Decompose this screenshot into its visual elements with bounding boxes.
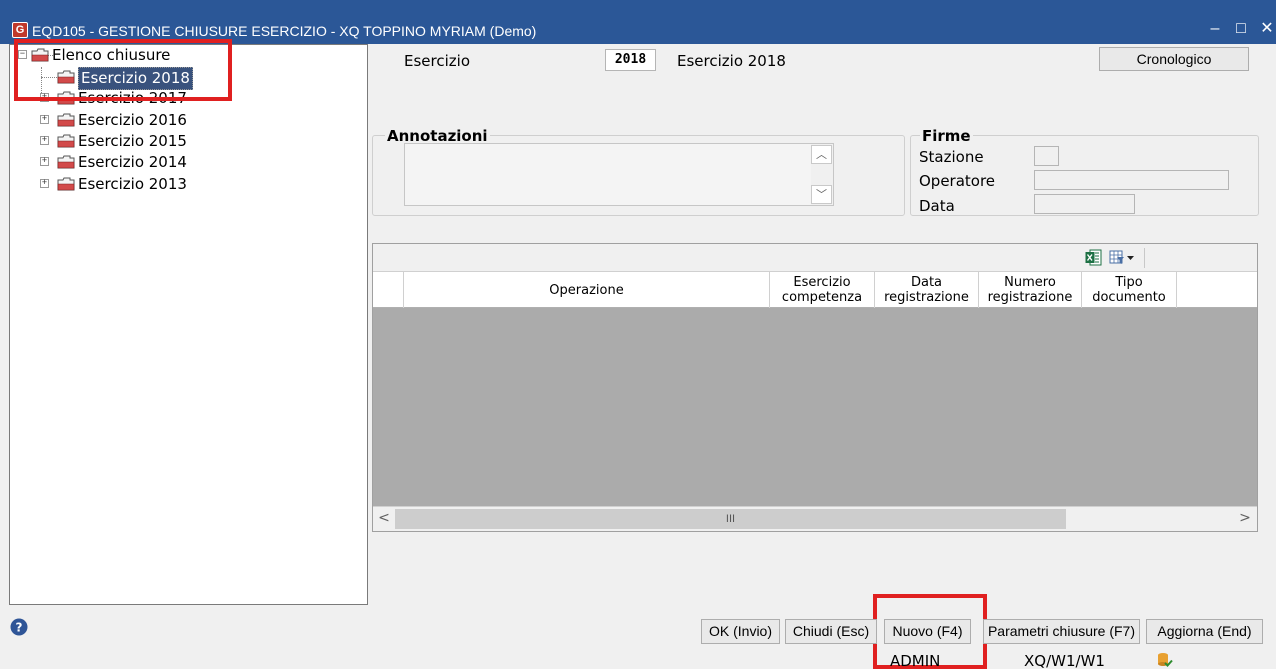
ok-button[interactable]: OK (Invio) (701, 619, 780, 644)
help-icon[interactable]: ? (10, 618, 28, 636)
tree-node-esercizio-2014[interactable]: + Esercizio 2014 (40, 152, 240, 173)
tree-node-esercizio-2018[interactable]: Esercizio 2018 (56, 67, 256, 90)
tree-connector (41, 77, 57, 78)
scroll-down-icon[interactable]: ﹀ (811, 185, 832, 204)
stazione-field (1034, 146, 1059, 166)
scroll-up-icon[interactable]: ︿ (811, 145, 832, 164)
excel-icon[interactable] (1085, 249, 1102, 266)
expand-icon[interactable]: + (40, 93, 49, 102)
esercizio-description: Esercizio 2018 (677, 52, 786, 70)
status-user: ADMIN (890, 652, 941, 669)
cronologico-button[interactable]: Cronologico (1099, 47, 1249, 71)
folder-icon (57, 134, 75, 148)
grid-horizontal-scrollbar[interactable]: < III > (373, 506, 1257, 531)
folder-icon (57, 70, 75, 84)
expand-icon[interactable]: + (40, 179, 49, 188)
tree-node-esercizio-2015[interactable]: + Esercizio 2015 (40, 131, 240, 152)
annotazioni-scrollbar[interactable]: ︿ ﹀ (811, 144, 833, 205)
folder-open-icon (31, 48, 49, 62)
svg-text:?: ? (16, 621, 23, 635)
nuovo-button[interactable]: Nuovo (F4) (884, 619, 971, 644)
firme-title: Firme (920, 127, 973, 145)
column-header-tipo-documento[interactable]: Tipo documento (1082, 272, 1177, 308)
window-titlebar: G EQD105 - GESTIONE CHIUSURE ESERCIZIO -… (0, 0, 1276, 44)
tree-node-esercizio-2017[interactable]: + Esercizio 2017 (40, 88, 240, 109)
column-header-filler (1177, 272, 1257, 308)
close-button[interactable]: ✕ (1256, 19, 1276, 39)
annotazioni-textarea[interactable]: ︿ ﹀ (404, 143, 834, 206)
grid-toolbar (373, 244, 1257, 272)
status-station: XQ/W1/W1 (1024, 652, 1105, 669)
folder-icon (57, 177, 75, 191)
tree-node-esercizio-2013[interactable]: + Esercizio 2013 (40, 174, 240, 195)
folder-icon (57, 155, 75, 169)
column-header-selector[interactable] (373, 272, 404, 308)
folder-icon (57, 113, 75, 127)
tree-node-root[interactable]: − Elenco chiusure (18, 45, 218, 66)
column-header-numero-registrazione[interactable]: Numero registrazione (979, 272, 1082, 308)
tree-item-label: Esercizio 2015 (78, 132, 187, 150)
data-field (1034, 194, 1135, 214)
grid-header: Operazione Esercizio competenza Data reg… (373, 272, 1257, 308)
expand-icon[interactable]: + (40, 136, 49, 145)
tree-node-esercizio-2016[interactable]: + Esercizio 2016 (40, 110, 240, 131)
esercizio-code-field[interactable]: 2018 (605, 49, 656, 71)
scroll-right-icon[interactable]: > (1235, 509, 1255, 529)
operazioni-grid[interactable]: Operazione Esercizio competenza Data reg… (372, 243, 1258, 532)
operatore-label: Operatore (919, 172, 996, 190)
stazione-label: Stazione (919, 148, 984, 166)
collapse-icon[interactable]: − (18, 50, 27, 59)
operatore-field (1034, 170, 1229, 190)
chiudi-button[interactable]: Chiudi (Esc) (785, 619, 877, 644)
data-label: Data (919, 197, 955, 215)
tree-item-label: Esercizio 2017 (78, 89, 187, 107)
aggiorna-button[interactable]: Aggiorna (End) (1146, 619, 1263, 644)
expand-icon[interactable]: + (40, 115, 49, 124)
tree-root-label: Elenco chiusure (52, 46, 171, 64)
parametri-chiusure-button[interactable]: Parametri chiusure (F7) (983, 619, 1140, 644)
tree-item-label: Esercizio 2016 (78, 111, 187, 129)
tree-item-label: Esercizio 2014 (78, 153, 187, 171)
esercizio-label: Esercizio (404, 52, 470, 70)
chiusure-tree[interactable]: − Elenco chiusure Esercizio 2018 + Eserc… (9, 44, 368, 605)
db-status-icon (1158, 653, 1173, 667)
window-title: EQD105 - GESTIONE CHIUSURE ESERCIZIO - X… (32, 23, 537, 39)
scroll-left-icon[interactable]: < (374, 509, 394, 529)
column-header-esercizio-competenza[interactable]: Esercizio competenza (770, 272, 875, 308)
maximize-button[interactable]: □ (1230, 19, 1252, 39)
column-header-operazione[interactable]: Operazione (404, 272, 770, 308)
scroll-thumb[interactable]: III (395, 509, 1066, 529)
minimize-button[interactable]: – (1204, 19, 1226, 39)
column-header-data-registrazione[interactable]: Data registrazione (875, 272, 979, 308)
app-logo-icon: G (12, 22, 28, 38)
grid-body-empty[interactable] (373, 308, 1257, 506)
filter-dropdown-icon[interactable] (1109, 249, 1135, 266)
folder-icon (57, 91, 75, 105)
expand-icon[interactable]: + (40, 157, 49, 166)
tree-item-label: Esercizio 2013 (78, 175, 187, 193)
toolbar-separator (1144, 248, 1145, 268)
tree-item-label: Esercizio 2018 (78, 67, 193, 90)
